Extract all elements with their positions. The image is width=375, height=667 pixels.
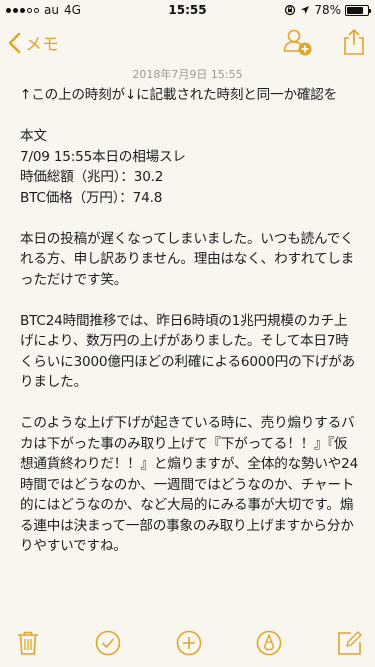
markup-icon[interactable] (256, 630, 282, 656)
note-paragraph-3: 本日の投稿が遅くなってしまいました。いつも読んでくれる方、申し訳ありません。理由… (20, 230, 355, 288)
note-date: 2018年7月9日 15:55 (132, 68, 243, 81)
add-icon[interactable] (176, 630, 202, 656)
rotation-lock-icon (285, 4, 296, 16)
trash-icon[interactable] (16, 630, 40, 656)
add-people-icon[interactable] (281, 26, 313, 58)
chevron-left-icon (8, 32, 21, 53)
back-button[interactable]: メモ (8, 30, 59, 55)
status-right: 78% (284, 3, 371, 17)
note-paragraph-2: 本文 7/09 15:55本日の相場スレ 時価総額（兆円）：30.2 BTC価格… (20, 128, 186, 206)
status-bar: au 4G 15:55 78% (0, 0, 375, 20)
checklist-icon[interactable] (95, 630, 121, 656)
navigation-bar: メモ (0, 20, 375, 64)
bottom-toolbar (0, 619, 375, 667)
note-paragraph-4: BTC24時間推移では、昨日6時頃の1兆円規模のカチ上げにより、数万円の上げがあ… (20, 312, 356, 391)
compose-icon[interactable] (337, 630, 363, 656)
share-icon[interactable] (343, 28, 365, 56)
note-paragraph-1: ↑この上の時刻が↓に記載された時刻と同一か確認を (20, 87, 338, 103)
note-body[interactable]: ↑この上の時刻が↓に記載された時刻と同一か確認を 本文 7/09 15:55本日… (20, 85, 360, 557)
back-button-label: メモ (25, 35, 59, 55)
nav-actions (281, 26, 365, 58)
location-icon (301, 6, 310, 14)
battery-percent: 78% (314, 3, 341, 17)
battery-icon (345, 4, 371, 16)
note-paragraph-5: このような上げ下げが起きている時に、売り煽りするバカは下がった事のみ取り上げて『… (20, 415, 359, 554)
